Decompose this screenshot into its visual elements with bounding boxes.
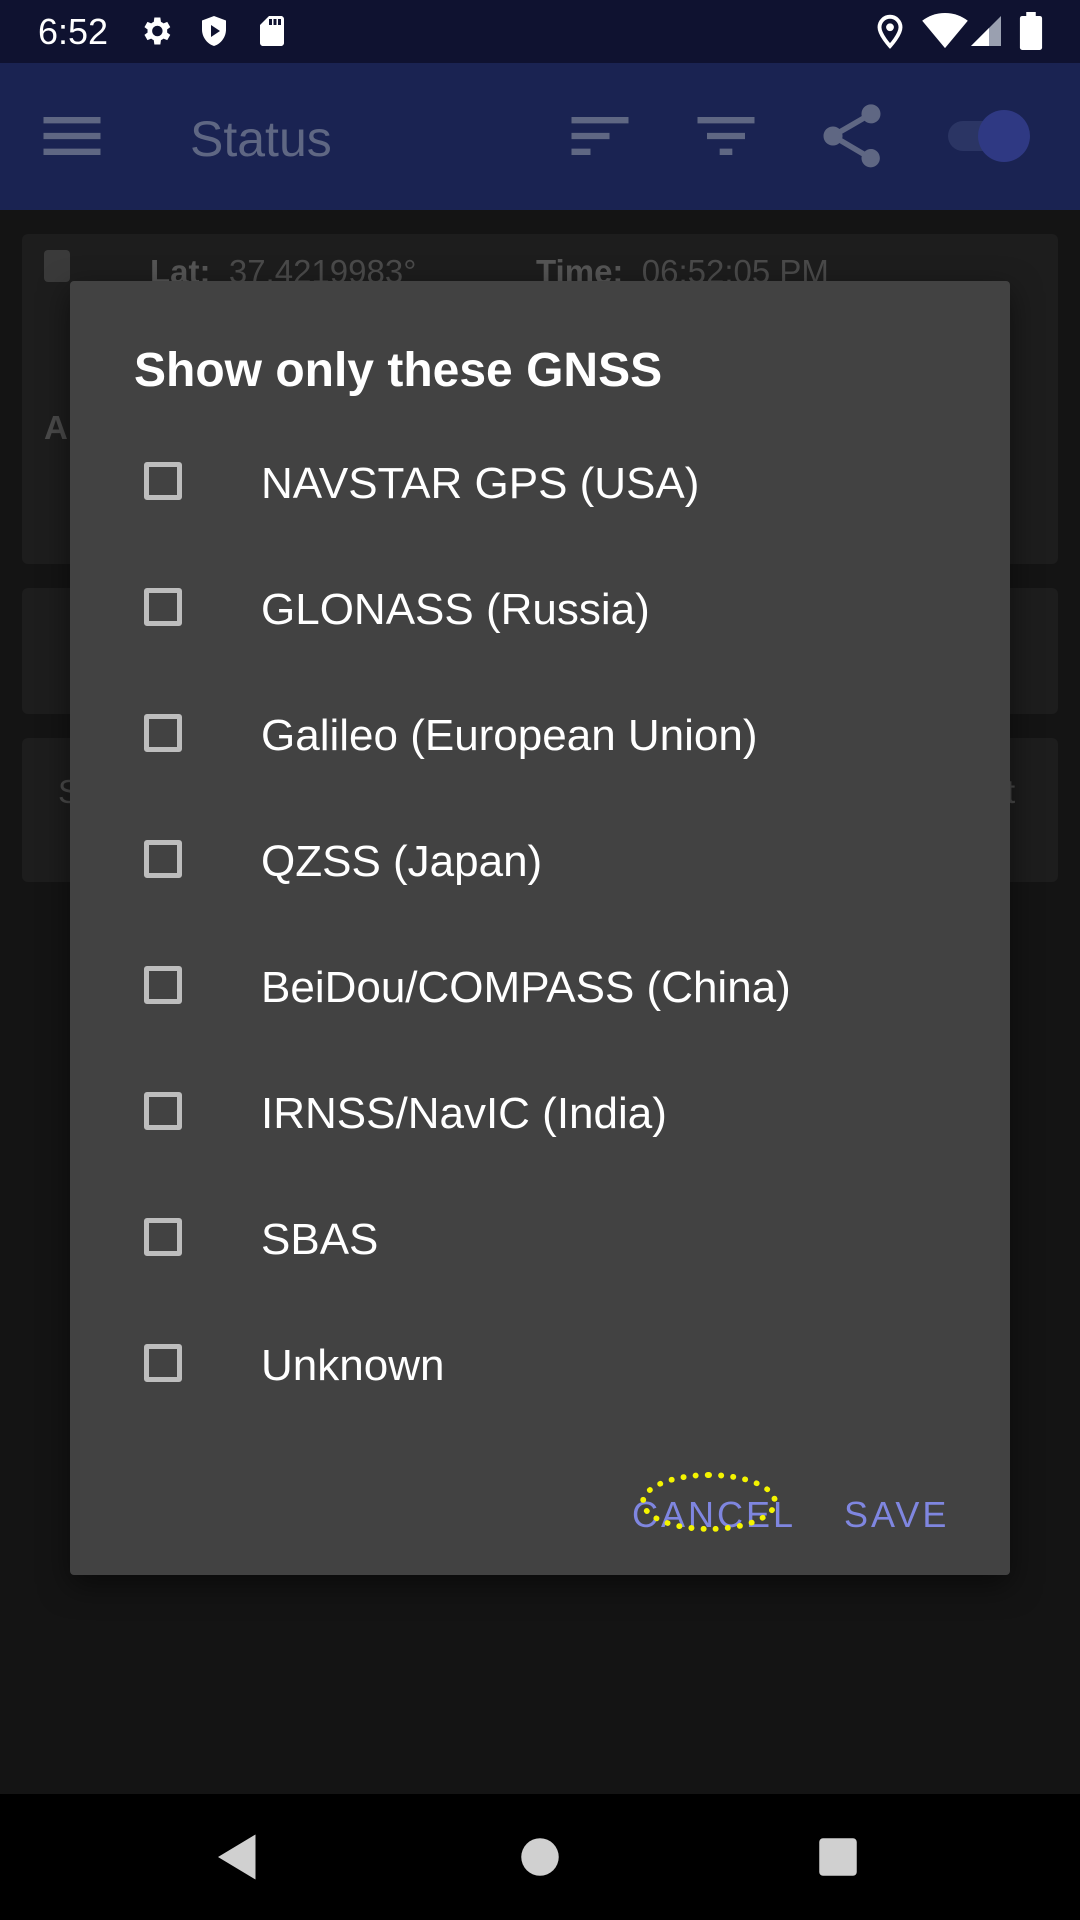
option-label: IRNSS/NavIC (India) — [261, 1089, 667, 1138]
back-icon[interactable] — [208, 1827, 268, 1887]
option-beidou[interactable]: BeiDou/COMPASS (China) — [70, 924, 1010, 1050]
cancel-button[interactable]: CANCEL — [632, 1485, 796, 1545]
sort-icon[interactable] — [562, 98, 638, 174]
option-label: Unknown — [261, 1341, 445, 1390]
option-qzss[interactable]: QZSS (Japan) — [70, 798, 1010, 924]
dialog-title: Show only these GNSS — [134, 344, 663, 397]
sd-card-icon — [254, 12, 290, 50]
location-icon — [872, 12, 908, 50]
option-navstar-gps[interactable]: NAVSTAR GPS (USA) — [70, 420, 1010, 546]
signal-icon — [968, 12, 1004, 50]
checkbox[interactable] — [144, 1344, 182, 1382]
tracking-toggle[interactable] — [944, 107, 1032, 163]
checkbox[interactable] — [144, 462, 182, 500]
checkbox[interactable] — [144, 1092, 182, 1130]
option-galileo[interactable]: Galileo (European Union) — [70, 672, 1010, 798]
option-irnss[interactable]: IRNSS/NavIC (India) — [70, 1050, 1010, 1176]
checkbox[interactable] — [144, 1218, 182, 1256]
app-bar: Status — [0, 63, 1080, 210]
gnss-filter-dialog: Show only these GNSS NAVSTAR GPS (USA) G… — [70, 281, 1010, 1575]
gear-icon — [138, 12, 174, 50]
option-label: GLONASS (Russia) — [261, 585, 650, 634]
partial-text: A — [44, 409, 68, 446]
option-label: BeiDou/COMPASS (China) — [261, 963, 791, 1012]
share-icon[interactable] — [814, 98, 890, 174]
save-button[interactable]: SAVE — [844, 1485, 949, 1545]
battery-icon — [1016, 12, 1046, 50]
lock-icon — [44, 250, 70, 282]
option-sbas[interactable]: SBAS — [70, 1176, 1010, 1302]
navigation-bar — [0, 1794, 1080, 1920]
option-label: Galileo (European Union) — [261, 711, 758, 760]
status-time: 6:52 — [38, 11, 109, 52]
recents-icon[interactable] — [808, 1827, 868, 1887]
checkbox[interactable] — [144, 966, 182, 1004]
toggle-thumb — [978, 110, 1030, 162]
shield-icon — [196, 12, 232, 50]
option-glonass[interactable]: GLONASS (Russia) — [70, 546, 1010, 672]
checkbox[interactable] — [144, 840, 182, 878]
option-label: QZSS (Japan) — [261, 837, 543, 886]
page-title: Status — [190, 111, 332, 167]
status-bar: 6:52 — [0, 0, 1080, 63]
checkbox[interactable] — [144, 588, 182, 626]
option-label: NAVSTAR GPS (USA) — [261, 459, 700, 508]
menu-icon[interactable] — [34, 98, 110, 174]
filter-icon[interactable] — [688, 98, 764, 174]
option-label: SBAS — [261, 1215, 379, 1264]
wifi-icon — [922, 12, 968, 50]
option-unknown[interactable]: Unknown — [70, 1302, 1010, 1428]
home-icon[interactable] — [510, 1827, 570, 1887]
checkbox[interactable] — [144, 714, 182, 752]
